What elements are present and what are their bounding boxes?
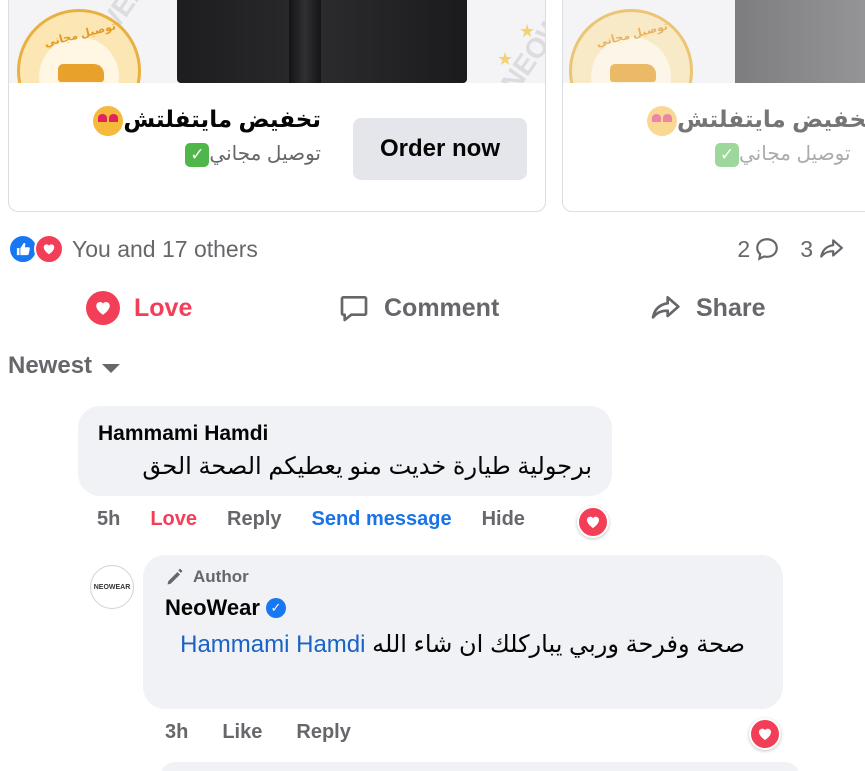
car-icon (610, 64, 656, 82)
comment-sort-dropdown[interactable]: Newest (8, 352, 121, 380)
car-icon (58, 64, 104, 82)
next-comment-bubble (160, 762, 800, 771)
comment-time[interactable]: 5h (97, 508, 120, 531)
comment-reply-button[interactable]: Reply (227, 508, 281, 531)
love-label: Love (134, 293, 193, 322)
reply-text: صحة وفرحة وربي يباركلك ان شاء الله Hamma… (165, 627, 745, 663)
reply-time[interactable]: 3h (165, 721, 188, 744)
avatar-text: NEOWEAR (93, 583, 131, 591)
comment-label: Comment (384, 293, 500, 322)
reply-actions: 3h Like Reply (165, 721, 385, 744)
comment-author[interactable]: Hammami Hamdi (98, 422, 592, 446)
love-reaction-badge[interactable] (577, 506, 609, 538)
share-icon (820, 239, 843, 258)
love-icon (86, 291, 120, 325)
comment-love-button[interactable]: Love (150, 508, 197, 531)
reactions-count-text[interactable]: You and 17 others (72, 236, 258, 263)
share-count[interactable]: 3 (800, 236, 845, 263)
share-label: Share (696, 293, 766, 322)
post-actions: Love Comment Share (0, 284, 865, 332)
send-message-button[interactable]: Send message (312, 508, 452, 531)
love-button[interactable]: Love (86, 284, 192, 332)
reply-bubble: Author NeoWear ✓ صحة وفرحة وربي يباركلك … (143, 555, 783, 709)
love-reaction-icon (34, 234, 64, 264)
logo-text: توصيل مجاني (43, 20, 118, 50)
share-count-value: 3 (800, 235, 813, 262)
reply-author[interactable]: NeoWear ✓ (165, 595, 761, 621)
sort-label: Newest (8, 352, 93, 379)
jacket-zipper (289, 0, 321, 83)
product-image-2: توصيل مجاني (563, 0, 865, 83)
product-title: تخفيض مايتفلتش (641, 106, 865, 136)
order-now-button[interactable]: Order now (353, 118, 527, 180)
jacket-photo (735, 0, 865, 83)
product-card[interactable]: NEOWEAR NEOWEAR ★ ★ توصيل مجاني تخفيض ما… (8, 0, 546, 212)
product-image: NEOWEAR NEOWEAR ★ ★ توصيل مجاني (9, 0, 545, 83)
avatar[interactable]: NEOWEAR (90, 565, 134, 609)
author-badge-label: Author (193, 567, 249, 586)
reply-author-name[interactable]: NeoWear (165, 595, 260, 621)
share-button[interactable]: Share (648, 284, 765, 332)
mention-link[interactable]: Hammami Hamdi (180, 631, 365, 658)
check-mark-icon: ✓ (715, 142, 739, 167)
comment-actions: 5h Love Reply Send message Hide (97, 508, 555, 531)
verified-badge-icon: ✓ (265, 598, 286, 618)
reply-like-button[interactable]: Like (222, 721, 262, 744)
reply-body: صحة وفرحة وربي يباركلك ان شاء الله (372, 631, 745, 658)
product-card-2[interactable]: توصيل مجاني تخفيض مايتفلتش توصيل مجاني✓ (562, 0, 865, 212)
jacket-photo (177, 0, 467, 83)
comment-count-value: 2 (737, 235, 751, 262)
comment-bubble: Hammami Hamdi برجولية طيارة خديت منو يعط… (78, 406, 612, 496)
free-delivery-logo: توصيل مجاني (569, 9, 693, 83)
comment-button[interactable]: Comment (338, 284, 499, 332)
hide-button[interactable]: Hide (482, 508, 525, 531)
engagement-counts: 2 3 (737, 232, 845, 266)
product-subtitle-text: توصيل مجاني (739, 143, 851, 165)
pencil-icon (167, 568, 183, 585)
product-title-text: تخفيض مايتفلتش (123, 106, 321, 133)
product-title-text: تخفيض مايتفلتش (677, 106, 865, 133)
reply-reply-button[interactable]: Reply (296, 721, 350, 744)
free-delivery-logo: توصيل مجاني (17, 9, 141, 83)
check-mark-icon: ✓ (185, 142, 210, 167)
heart-eyes-emoji-icon (647, 106, 677, 136)
love-reaction-badge[interactable] (749, 718, 781, 750)
heart-eyes-emoji-icon (93, 106, 124, 136)
comment-text: برجولية طيارة خديت منو يعطيكم الصحة الحق (142, 453, 592, 480)
logo-text: توصيل مجاني (595, 20, 670, 50)
reactions-summary[interactable]: You and 17 others (8, 232, 258, 266)
comment-count[interactable]: 2 (737, 236, 780, 263)
star-icon: ★ (497, 49, 514, 69)
product-title: تخفيض مايتفلتش (87, 106, 321, 136)
author-badge: Author (165, 567, 761, 587)
comment-icon (756, 238, 779, 261)
share-icon (651, 296, 680, 319)
product-subtitle-text: توصيل مجاني (209, 143, 321, 165)
chevron-down-icon (102, 363, 121, 373)
comment-icon (340, 296, 368, 322)
product-subtitle: توصيل مجاني✓ (709, 141, 851, 167)
product-subtitle: توصيل مجاني✓ (179, 141, 321, 167)
star-icon: ★ (519, 21, 536, 41)
